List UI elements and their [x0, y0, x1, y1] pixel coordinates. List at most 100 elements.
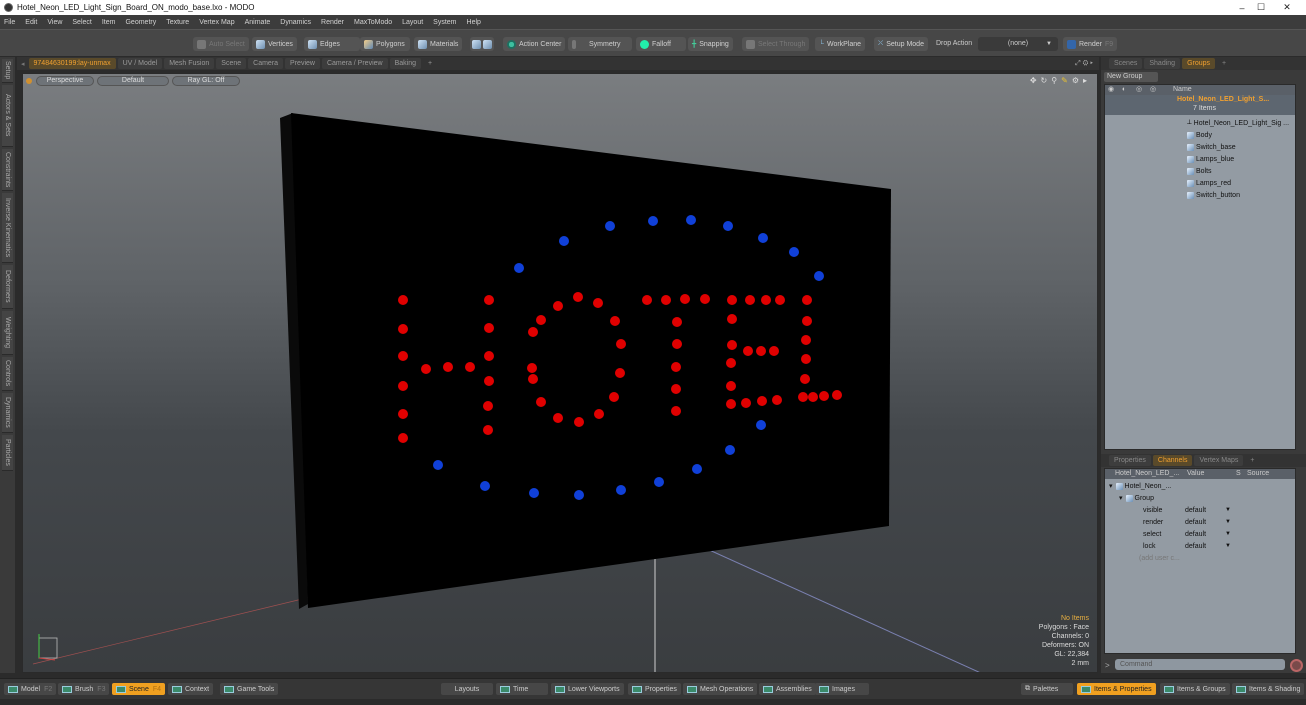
channel-value[interactable]: default: [1185, 519, 1206, 526]
select-column-icon[interactable]: ◎: [1150, 85, 1156, 95]
channel-value[interactable]: default: [1185, 507, 1206, 514]
tab-deformers[interactable]: Deformers: [2, 265, 13, 309]
menu-system[interactable]: System: [433, 19, 456, 26]
items-properties-button[interactable]: Items & Properties: [1077, 683, 1156, 695]
vertices-button[interactable]: Vertices: [252, 37, 297, 51]
tab-constraints[interactable]: Constraints: [2, 149, 13, 191]
tab-properties[interactable]: Properties: [1109, 455, 1151, 466]
channel-row[interactable]: render default ▼: [1105, 516, 1295, 528]
tab-particles[interactable]: Particles: [2, 435, 13, 471]
falloff-button[interactable]: Falloff: [636, 37, 686, 51]
layout-brush-button[interactable]: Brush F3: [58, 683, 110, 695]
assemblies-button[interactable]: Assemblies: [759, 683, 816, 695]
component-mode-button[interactable]: [470, 37, 494, 51]
render-button[interactable]: Render F9: [1063, 37, 1118, 51]
add-panel-tab-button[interactable]: +: [1217, 58, 1231, 69]
properties-button[interactable]: Properties: [628, 683, 681, 695]
setup-mode-button[interactable]: ⛌ Setup Mode: [874, 37, 928, 51]
menu-file[interactable]: File: [4, 19, 15, 26]
layout-scene-button[interactable]: Scene F4: [112, 683, 166, 695]
menu-layout[interactable]: Layout: [402, 19, 423, 26]
channel-row[interactable]: lock default ▼: [1105, 540, 1295, 552]
edges-button[interactable]: Edges: [304, 37, 360, 51]
tab-channels[interactable]: Channels: [1152, 455, 1193, 466]
projection-button[interactable]: Perspective: [36, 75, 94, 86]
expand-arrow-icon[interactable]: ▾: [1109, 482, 1113, 490]
group-root-row[interactable]: Hotel_Neon_LED_Light_S... 7 Items: [1105, 95, 1295, 115]
dropdown-arrow-icon[interactable]: ▼: [1225, 531, 1231, 537]
group-item[interactable]: Bolts: [1105, 165, 1295, 177]
menu-animate[interactable]: Animate: [245, 19, 271, 26]
tab-dynamics[interactable]: Dynamics: [2, 393, 13, 433]
channel-value[interactable]: default: [1185, 543, 1206, 550]
group-item[interactable]: Lamps_blue: [1105, 153, 1295, 165]
tab-scene[interactable]: Scene: [216, 58, 247, 69]
layout-model-button[interactable]: Model F2: [4, 683, 57, 695]
menu-geometry[interactable]: Geometry: [125, 19, 156, 26]
zoom-icon[interactable]: ⚲: [1051, 76, 1057, 85]
group-item[interactable]: Switch_button: [1105, 189, 1295, 201]
select-through-button[interactable]: Select Through: [742, 37, 810, 51]
raygl-button[interactable]: Ray GL: Off: [172, 75, 240, 86]
time-button[interactable]: Time: [496, 683, 548, 695]
menu-edit[interactable]: Edit: [25, 19, 37, 26]
tab-uv-model[interactable]: UV / Model: [117, 58, 163, 69]
new-group-button[interactable]: New Group: [1104, 72, 1158, 82]
images-button[interactable]: Images: [815, 683, 869, 695]
items-shading-button[interactable]: Items & Shading: [1232, 683, 1305, 695]
add-user-channel-row[interactable]: (add user c...: [1105, 552, 1295, 564]
layout-game-tools-button[interactable]: Game Tools: [220, 683, 279, 695]
group-item[interactable]: Lamps_red: [1105, 177, 1295, 189]
lower-viewports-button[interactable]: Lower Viewports: [551, 683, 624, 695]
viewport-menu-dot[interactable]: [26, 77, 32, 84]
auto-select-button[interactable]: Auto Select: [193, 37, 249, 51]
menu-item[interactable]: Item: [102, 19, 116, 26]
render-column-icon[interactable]: ◐: [1122, 85, 1126, 95]
shading-button[interactable]: Default: [97, 75, 169, 86]
tab-scenes[interactable]: Scenes: [1109, 58, 1143, 69]
palettes-button[interactable]: ⧉ Palettes: [1021, 683, 1073, 695]
channel-row[interactable]: select default ▼: [1105, 528, 1295, 540]
tab-layout-unmax[interactable]: 97484630199:lay-unmax: [28, 58, 116, 69]
viewport-options-icon[interactable]: ⤢ ⚙ ▸: [1075, 60, 1093, 68]
group-item[interactable]: Body: [1105, 129, 1295, 141]
menu-dynamics[interactable]: Dynamics: [280, 19, 311, 26]
menu-vertex-map[interactable]: Vertex Map: [199, 19, 234, 26]
layout-context-button[interactable]: Context: [168, 683, 214, 695]
viewport-settings-icon[interactable]: ⚙: [1072, 76, 1079, 85]
menu-view[interactable]: View: [47, 19, 62, 26]
draw-style-icon[interactable]: ✎: [1061, 76, 1068, 85]
symmetry-button[interactable]: Symmetry: [568, 37, 632, 51]
action-center-button[interactable]: Action Center: [503, 37, 566, 51]
mesh-operations-button[interactable]: Mesh Operations: [683, 683, 758, 695]
close-button[interactable]: ✕: [1272, 0, 1302, 15]
tab-preview[interactable]: Preview: [285, 58, 320, 69]
command-input[interactable]: Command: [1115, 659, 1285, 670]
tab-shading[interactable]: Shading: [1144, 58, 1181, 69]
rotate-icon[interactable]: ↻: [1041, 76, 1048, 85]
lock-column-icon[interactable]: ◎: [1136, 85, 1142, 95]
add-tab-button[interactable]: +: [423, 58, 437, 69]
menu-help[interactable]: Help: [467, 19, 481, 26]
snapping-button[interactable]: ╋ Snapping: [688, 37, 733, 51]
materials-button[interactable]: Materials: [414, 37, 463, 51]
tab-camera[interactable]: Camera: [248, 58, 284, 69]
visibility-column-icon[interactable]: ◉: [1108, 85, 1114, 95]
pan-icon[interactable]: ✥: [1030, 76, 1037, 85]
dropdown-arrow-icon[interactable]: ▼: [1225, 519, 1231, 525]
drop-action-select[interactable]: (none) ▼: [978, 37, 1058, 51]
tab-actors-sets[interactable]: Actors & Sets: [2, 85, 13, 147]
add-panel-tab-button[interactable]: +: [1245, 455, 1259, 466]
dropdown-arrow-icon[interactable]: ▼: [1225, 507, 1231, 513]
channel-value[interactable]: default: [1185, 531, 1206, 538]
tab-vertex-maps[interactable]: Vertex Maps: [1194, 455, 1244, 466]
workplane-button[interactable]: └ WorkPlane: [815, 37, 866, 51]
items-groups-button[interactable]: Items & Groups: [1160, 683, 1230, 695]
tab-controls[interactable]: Controls: [2, 357, 13, 391]
tab-setup[interactable]: Setup: [2, 59, 13, 83]
tab-camera-preview[interactable]: Camera / Preview: [321, 58, 388, 69]
command-history-button[interactable]: [1290, 659, 1303, 672]
polygons-button[interactable]: Polygons: [360, 37, 410, 51]
tab-baking[interactable]: Baking: [389, 58, 421, 69]
tab-weighting[interactable]: Weighting: [2, 311, 13, 355]
